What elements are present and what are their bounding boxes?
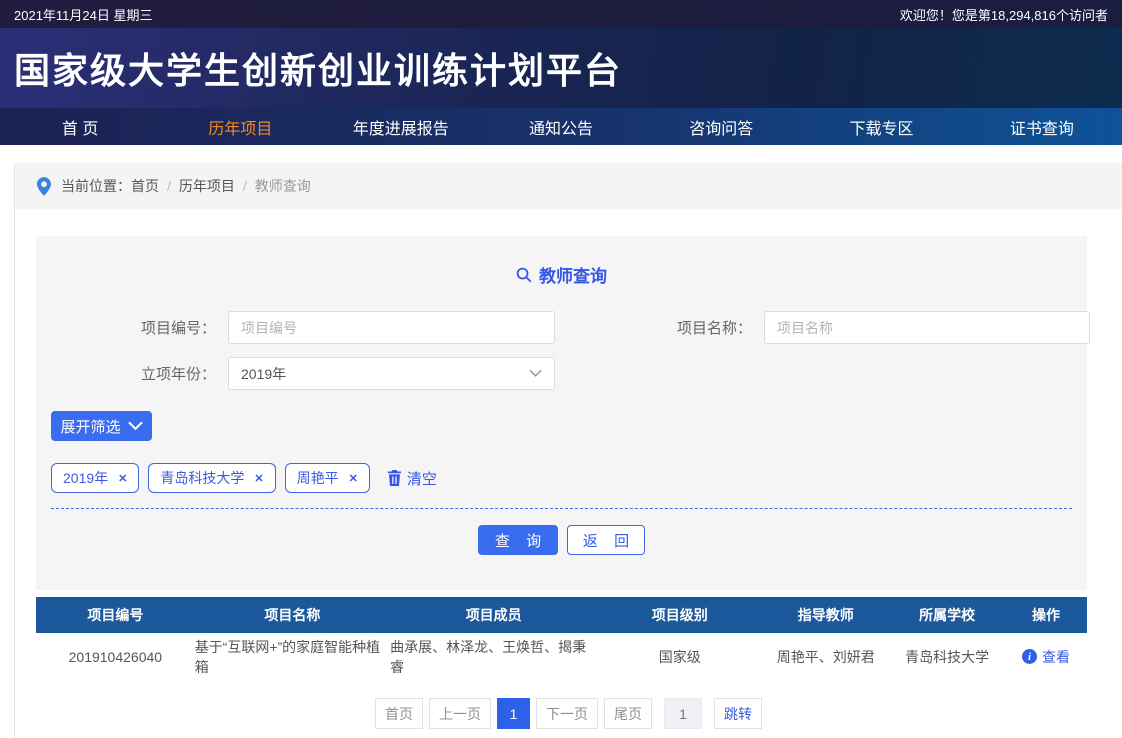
search-icon bbox=[516, 267, 532, 283]
visitor-counter: 欢迎您！您是第18,294,816个访问者 bbox=[900, 5, 1108, 24]
cell-level: 国家级 bbox=[597, 633, 762, 680]
nav-item-notices[interactable]: 通知公告 bbox=[481, 108, 641, 145]
page-next-button[interactable]: 下一页 bbox=[536, 698, 598, 729]
breadcrumb-home[interactable]: 首页 bbox=[131, 176, 159, 196]
search-form: 项目编号： 项目名称： 立项年份： 2019年 bbox=[36, 311, 1087, 390]
tag-close-icon[interactable]: ✕ bbox=[349, 472, 358, 485]
trash-icon bbox=[387, 470, 402, 486]
chevron-down-icon bbox=[529, 369, 542, 378]
expand-filters-label: 展开筛选 bbox=[60, 416, 120, 437]
col-header-members: 项目成员 bbox=[390, 597, 597, 633]
filter-tag-label: 2019年 bbox=[63, 468, 108, 488]
table-header-row: 项目编号 项目名称 项目成员 项目级别 指导教师 所属学校 操作 bbox=[36, 597, 1087, 633]
pagination: 首页 上一页 1 下一页 尾页 跳转 bbox=[15, 698, 1122, 729]
top-utility-bar: 2021年11月24日 星期三 欢迎您！您是第18,294,816个访问者 bbox=[0, 0, 1122, 28]
filter-tag-school[interactable]: 青岛科技大学 ✕ bbox=[148, 463, 275, 493]
back-button[interactable]: 返 回 bbox=[567, 525, 645, 555]
dashed-divider bbox=[51, 508, 1072, 509]
year-select-value: 2019年 bbox=[241, 364, 286, 384]
tag-close-icon[interactable]: ✕ bbox=[118, 472, 127, 485]
expand-filters-button[interactable]: 展开筛选 bbox=[51, 411, 152, 441]
page-content: 当前位置： 首页 / 历年项目 / 教师查询 教师查询 项目编号： 项目名称： … bbox=[14, 163, 1122, 738]
filter-tag-teacher[interactable]: 周艳平 ✕ bbox=[285, 463, 370, 493]
clear-filters-button[interactable]: 清空 bbox=[387, 468, 437, 489]
tag-close-icon[interactable]: ✕ bbox=[254, 472, 263, 485]
year-select[interactable]: 2019年 bbox=[228, 357, 555, 390]
project-code-label: 项目编号： bbox=[36, 311, 228, 344]
teacher-search-panel: 教师查询 项目编号： 项目名称： 立项年份： 2019年 展开筛选 bbox=[36, 236, 1087, 590]
panel-title: 教师查询 bbox=[36, 262, 1087, 287]
site-banner: 国家级大学生创新创业训练计划平台 bbox=[0, 28, 1122, 108]
breadcrumb-separator: / bbox=[167, 178, 171, 194]
query-button[interactable]: 查 询 bbox=[478, 525, 558, 555]
page-first-button[interactable]: 首页 bbox=[375, 698, 423, 729]
cell-school: 青岛科技大学 bbox=[889, 633, 1005, 680]
col-header-project-code: 项目编号 bbox=[36, 597, 195, 633]
col-header-actions: 操作 bbox=[1005, 597, 1087, 633]
page-number-current[interactable]: 1 bbox=[497, 698, 530, 729]
project-name-label: 项目名称： bbox=[555, 311, 764, 344]
results-table: 项目编号 项目名称 项目成员 项目级别 指导教师 所属学校 操作 2019104… bbox=[36, 597, 1087, 680]
form-buttons: 查 询 返 回 bbox=[36, 525, 1087, 555]
filter-tag-label: 周艳平 bbox=[297, 468, 339, 488]
nav-item-qa[interactable]: 咨询问答 bbox=[641, 108, 801, 145]
current-date: 2021年11月24日 星期三 bbox=[14, 5, 153, 24]
nav-item-past-projects[interactable]: 历年项目 bbox=[160, 108, 320, 145]
panel-title-text: 教师查询 bbox=[539, 262, 607, 287]
location-pin-icon bbox=[37, 177, 51, 196]
site-title: 国家级大学生创新创业训练计划平台 bbox=[14, 42, 622, 94]
view-action[interactable]: i 查看 bbox=[1005, 633, 1087, 680]
breadcrumb-past-projects[interactable]: 历年项目 bbox=[179, 176, 235, 196]
info-icon: i bbox=[1022, 649, 1037, 664]
project-name-input[interactable] bbox=[764, 311, 1090, 344]
cell-project-name: 基于“互联网+”的家庭智能种植箱 bbox=[195, 633, 390, 680]
chevron-down-icon bbox=[128, 421, 143, 431]
cell-members: 曲承展、林泽龙、王焕哲、揭秉睿 bbox=[390, 633, 597, 680]
breadcrumb: 当前位置： 首页 / 历年项目 / 教师查询 bbox=[15, 163, 1122, 209]
view-label: 查看 bbox=[1042, 647, 1070, 667]
page-last-button[interactable]: 尾页 bbox=[604, 698, 652, 729]
cell-teachers: 周艳平、刘妍君 bbox=[762, 633, 889, 680]
page-jump-button[interactable]: 跳转 bbox=[714, 698, 762, 729]
nav-item-certificate[interactable]: 证书查询 bbox=[962, 108, 1122, 145]
page-prev-button[interactable]: 上一页 bbox=[429, 698, 491, 729]
col-header-teachers: 指导教师 bbox=[762, 597, 889, 633]
project-code-input[interactable] bbox=[228, 311, 555, 344]
table-row: 201910426040 基于“互联网+”的家庭智能种植箱 曲承展、林泽龙、王焕… bbox=[36, 633, 1087, 680]
filter-tags-row: 2019年 ✕ 青岛科技大学 ✕ 周艳平 ✕ 清空 bbox=[51, 463, 1087, 493]
page-jump-input[interactable] bbox=[664, 698, 702, 729]
col-header-level: 项目级别 bbox=[597, 597, 762, 633]
cell-project-code: 201910426040 bbox=[36, 633, 195, 680]
col-header-project-name: 项目名称 bbox=[195, 597, 390, 633]
nav-item-annual-report[interactable]: 年度进展报告 bbox=[321, 108, 481, 145]
filter-tag-year[interactable]: 2019年 ✕ bbox=[51, 463, 139, 493]
breadcrumb-separator: / bbox=[243, 178, 247, 194]
clear-filters-label: 清空 bbox=[407, 468, 437, 489]
year-label: 立项年份： bbox=[36, 357, 228, 390]
nav-item-downloads[interactable]: 下载专区 bbox=[801, 108, 961, 145]
breadcrumb-prefix: 当前位置： bbox=[61, 176, 131, 196]
filter-tag-label: 青岛科技大学 bbox=[160, 468, 244, 488]
main-nav: 首 页 历年项目 年度进展报告 通知公告 咨询问答 下载专区 证书查询 bbox=[0, 108, 1122, 145]
nav-item-home[interactable]: 首 页 bbox=[0, 108, 160, 145]
col-header-school: 所属学校 bbox=[889, 597, 1005, 633]
breadcrumb-current: 教师查询 bbox=[255, 176, 311, 196]
